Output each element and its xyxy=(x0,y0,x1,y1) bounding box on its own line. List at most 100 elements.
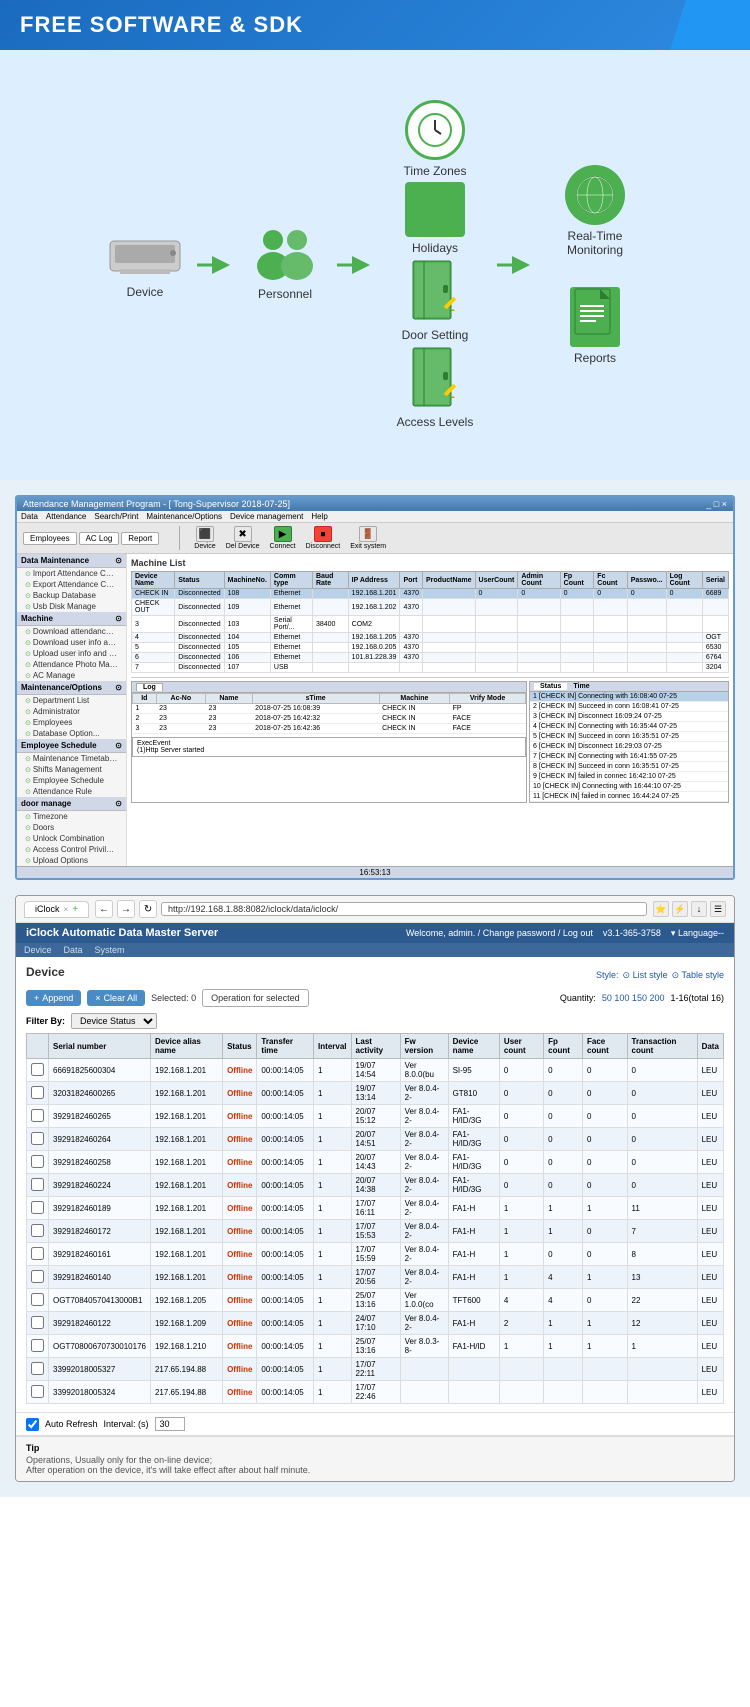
address-bar[interactable]: http://192.168.1.88:8082/iclock/data/icl… xyxy=(161,902,647,916)
row-checkbox[interactable] xyxy=(31,1063,44,1076)
status-item[interactable]: 4 [CHECK IN] Connecting with 16:35:44 07… xyxy=(530,722,728,732)
row-checkbox[interactable] xyxy=(31,1270,44,1283)
machine-table-row[interactable]: 5 Disconnected 105 Ethernet 192.168.0.20… xyxy=(132,643,729,653)
sidebar-collapse-1[interactable]: ⊙ xyxy=(115,556,122,565)
device-table-row[interactable]: 3929182460172 192.168.1.201 Offline 00:0… xyxy=(27,1220,724,1243)
auto-refresh-checkbox[interactable] xyxy=(26,1418,39,1431)
status-item[interactable]: 11 [CHECK IN] failed in connec 16:44:24 … xyxy=(530,792,728,802)
log-table-row[interactable]: 3 23 23 2018-07-25 16:42:36 CHECK IN FAC… xyxy=(133,724,526,734)
row-checkbox[interactable] xyxy=(31,1316,44,1329)
topbar-language[interactable]: ▾ Language-- xyxy=(671,928,724,939)
btn-del-device[interactable]: ✖ Del Device xyxy=(226,526,260,550)
row-checkbox[interactable] xyxy=(31,1339,44,1352)
btn-connect[interactable]: ▶ Connect xyxy=(270,526,296,550)
status-item[interactable]: 3 [CHECK IN] Disconnect 16:09:24 07-25 xyxy=(530,712,728,722)
quantity-options[interactable]: 50 100 150 200 xyxy=(602,993,665,1003)
sidebar-backup[interactable]: Backup Database xyxy=(17,590,126,601)
device-table-row[interactable]: 3929182460264 192.168.1.201 Offline 00:0… xyxy=(27,1128,724,1151)
row-check[interactable] xyxy=(27,1381,49,1404)
row-check[interactable] xyxy=(27,1151,49,1174)
sidebar-access-privilege[interactable]: Access Control Privilege xyxy=(17,844,126,855)
log-table-row[interactable]: 1 23 23 2018-07-25 16:08:39 CHECK IN FP xyxy=(133,704,526,714)
row-checkbox[interactable] xyxy=(31,1109,44,1122)
sidebar-ac[interactable]: AC Manage xyxy=(17,670,126,681)
device-table-row[interactable]: 3929182460161 192.168.1.201 Offline 00:0… xyxy=(27,1243,724,1266)
sidebar-collapse-2[interactable]: ⊙ xyxy=(115,614,122,623)
row-check[interactable] xyxy=(27,1266,49,1289)
nav-data[interactable]: Data xyxy=(64,945,83,955)
style-table[interactable]: ⊙ Table style xyxy=(672,970,724,981)
sidebar-db[interactable]: Database Option... xyxy=(17,728,126,739)
row-checkbox[interactable] xyxy=(31,1385,44,1398)
row-check[interactable] xyxy=(27,1289,49,1312)
sidebar-export[interactable]: Export Attendance Checking Data xyxy=(17,579,126,590)
row-checkbox[interactable] xyxy=(31,1086,44,1099)
row-check[interactable] xyxy=(27,1220,49,1243)
sidebar-upload-options[interactable]: Upload Options xyxy=(17,855,126,866)
browser-icon-4[interactable]: ☰ xyxy=(710,901,726,917)
row-checkbox[interactable] xyxy=(31,1247,44,1260)
tab-aclog[interactable]: AC Log xyxy=(79,532,120,545)
row-check[interactable] xyxy=(27,1335,49,1358)
browser-icon-3[interactable]: ↓ xyxy=(691,901,707,917)
status-item[interactable]: 7 [CHECK IN] Connecting with 16:41:55 07… xyxy=(530,752,728,762)
sidebar-dept[interactable]: Department List xyxy=(17,695,126,706)
log-table-row[interactable]: 2 23 23 2018-07-25 16:42:32 CHECK IN FAC… xyxy=(133,714,526,724)
device-table-row[interactable]: OGT70800670730010176 192.168.1.210 Offli… xyxy=(27,1335,724,1358)
btn-disconnect[interactable]: ⏹ Disconnect xyxy=(306,526,341,550)
nav-system[interactable]: System xyxy=(95,945,125,955)
row-check[interactable] xyxy=(27,1082,49,1105)
status-item[interactable]: 8 [CHECK IN] Succeed in conn 16:35:51 07… xyxy=(530,762,728,772)
menu-help[interactable]: Help xyxy=(311,512,327,521)
row-check[interactable] xyxy=(27,1105,49,1128)
machine-table-row[interactable]: CHECK IN Disconnected 108 Ethernet 192.1… xyxy=(132,589,729,599)
menu-device[interactable]: Device management xyxy=(230,512,303,521)
device-table-row[interactable]: 3929182460265 192.168.1.201 Offline 00:0… xyxy=(27,1105,724,1128)
row-checkbox[interactable] xyxy=(31,1132,44,1145)
sidebar-emp-schedule[interactable]: Employee Schedule xyxy=(17,775,126,786)
machine-table-row[interactable]: CHECK OUT Disconnected 109 Ethernet 192.… xyxy=(132,599,729,616)
row-check[interactable] xyxy=(27,1243,49,1266)
sidebar-download-user[interactable]: Download user info and Fp xyxy=(17,637,126,648)
device-table-row[interactable]: 33992018005324 217.65.194.88 Offline 00:… xyxy=(27,1381,724,1404)
menu-attendance[interactable]: Attendance xyxy=(46,512,86,521)
nav-device[interactable]: Device xyxy=(24,945,52,955)
back-btn[interactable]: ← xyxy=(95,900,113,918)
btn-exit[interactable]: 🚪 Exit system xyxy=(350,526,386,550)
device-table-row[interactable]: 3929182460224 192.168.1.201 Offline 00:0… xyxy=(27,1174,724,1197)
device-table-row[interactable]: 3929182460258 192.168.1.201 Offline 00:0… xyxy=(27,1151,724,1174)
device-table-row[interactable]: 33992018005327 217.65.194.88 Offline 00:… xyxy=(27,1358,724,1381)
row-checkbox[interactable] xyxy=(31,1293,44,1306)
status-item[interactable]: 6 [CHECK IN] Disconnect 16:29:03 07-25 xyxy=(530,742,728,752)
sidebar-upload-user[interactable]: Upload user info and FP xyxy=(17,648,126,659)
menu-search[interactable]: Search/Print xyxy=(94,512,138,521)
sidebar-photo[interactable]: Attendance Photo Management xyxy=(17,659,126,670)
sidebar-collapse-4[interactable]: ⊙ xyxy=(115,741,122,750)
machine-table-row[interactable]: 3 Disconnected 103 Serial Port/... 38400… xyxy=(132,616,729,633)
status-item[interactable]: 2 [CHECK IN] Succeed in conn 16:08:41 07… xyxy=(530,702,728,712)
status-item[interactable]: 10 [CHECK IN] Connecting with 16:44:10 0… xyxy=(530,782,728,792)
filter-select[interactable]: Device Status xyxy=(71,1013,157,1029)
row-checkbox[interactable] xyxy=(31,1224,44,1237)
device-table-row[interactable]: 32031824600265 192.168.1.201 Offline 00:… xyxy=(27,1082,724,1105)
menu-maintenance[interactable]: Maintenance/Options xyxy=(146,512,222,521)
device-table-row[interactable]: 3929182460140 192.168.1.201 Offline 00:0… xyxy=(27,1266,724,1289)
tab-close[interactable]: × xyxy=(64,905,69,914)
time-tab[interactable]: Time xyxy=(567,683,595,690)
menu-data[interactable]: Data xyxy=(21,512,38,521)
sidebar-collapse-3[interactable]: ⊙ xyxy=(115,683,122,692)
row-check[interactable] xyxy=(27,1174,49,1197)
sidebar-shifts[interactable]: Shifts Management xyxy=(17,764,126,775)
sidebar-admin[interactable]: Administrator xyxy=(17,706,126,717)
sidebar-timetables[interactable]: Maintenance Timetables xyxy=(17,753,126,764)
sidebar-employees[interactable]: Employees xyxy=(17,717,126,728)
btn-append[interactable]: + Append xyxy=(26,990,81,1006)
row-check[interactable] xyxy=(27,1312,49,1335)
btn-device[interactable]: ⬛ Device xyxy=(194,526,215,550)
btn-clear-all[interactable]: × Clear All xyxy=(87,990,145,1006)
status-item[interactable]: 9 [CHECK IN] failed in connec 16:42:10 0… xyxy=(530,772,728,782)
row-checkbox[interactable] xyxy=(31,1155,44,1168)
sidebar-timezone[interactable]: Timezone xyxy=(17,811,126,822)
tab-plus[interactable]: + xyxy=(72,904,78,915)
device-table-row[interactable]: 3929182460189 192.168.1.201 Offline 00:0… xyxy=(27,1197,724,1220)
